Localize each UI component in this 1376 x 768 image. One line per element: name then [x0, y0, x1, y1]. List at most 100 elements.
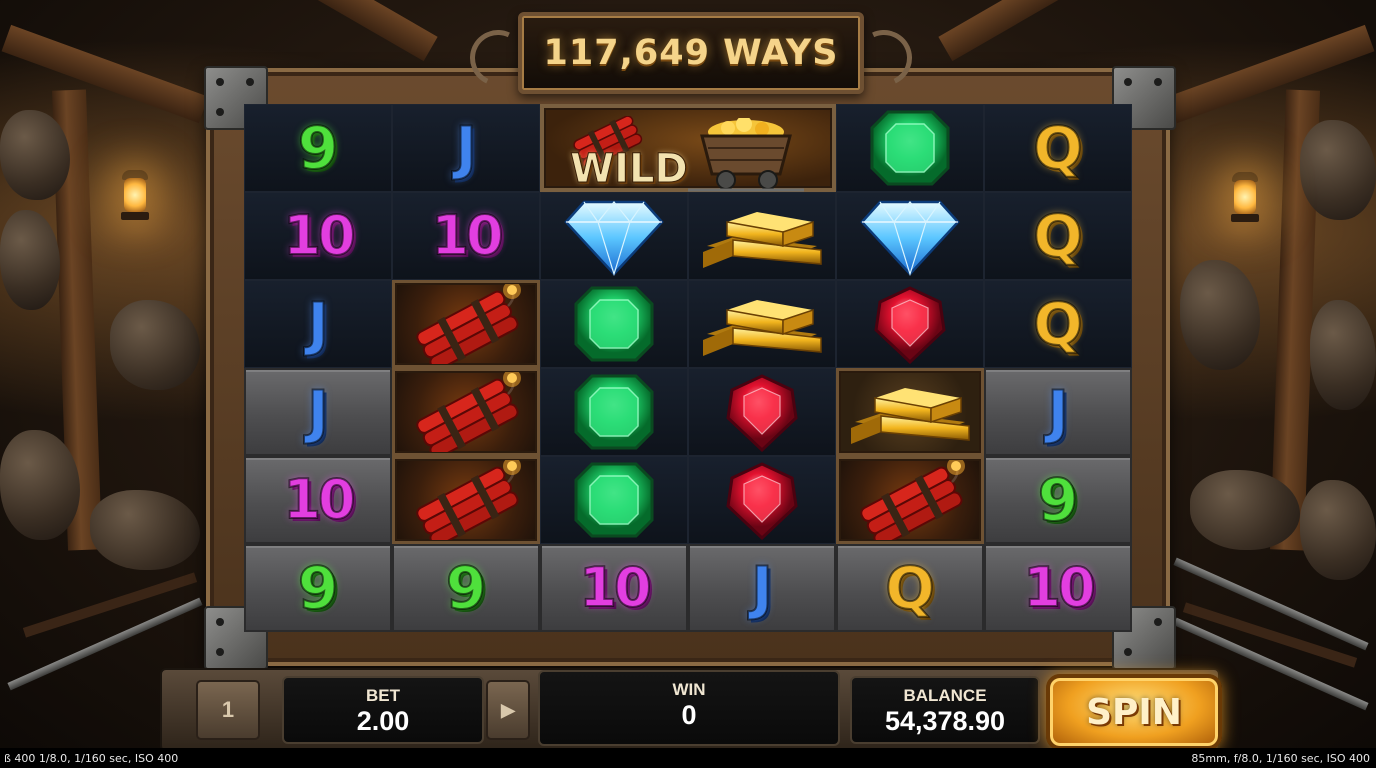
emerald-icon — [574, 374, 654, 450]
symbol-j: J — [454, 114, 478, 182]
rock — [110, 300, 200, 390]
level-button-label: 1 — [221, 697, 235, 722]
camera-info-right: 85mm, f/8.0, 1/160 sec, ISO 400 — [1191, 752, 1370, 765]
reel-cell — [688, 368, 836, 456]
rock — [1180, 260, 1260, 370]
reel-cell: Q — [984, 280, 1132, 368]
reel-cell — [392, 368, 540, 456]
rock — [1310, 300, 1376, 410]
dynamite-icon — [416, 372, 521, 452]
lantern-icon — [118, 168, 152, 222]
symbol-10: 10 — [1022, 556, 1096, 619]
symbol-10: 10 — [282, 468, 356, 531]
reel-cell: 9 — [984, 456, 1132, 544]
symbol-10: 10 — [282, 204, 356, 267]
ruby-icon — [726, 462, 798, 540]
right-top-beam — [1167, 24, 1375, 124]
balance-value: 54,378.90 — [884, 706, 1006, 736]
symbol-9: 9 — [297, 114, 339, 182]
top-crossbeam-right — [938, 0, 1074, 62]
ruby-icon — [726, 374, 798, 452]
reel-cell — [540, 280, 688, 368]
reel-cell: Q — [984, 104, 1132, 192]
reel-cell — [688, 280, 836, 368]
rail-tie — [22, 572, 198, 638]
reel-cell — [836, 104, 984, 192]
symbol-j: J — [1046, 378, 1070, 446]
reel-cell: Q — [984, 192, 1132, 280]
rock — [90, 490, 200, 570]
wild-label: WILD — [570, 146, 689, 193]
camera-info-left: ß 400 1/8.0, 1/160 sec, ISO 400 — [4, 752, 179, 765]
diamond-icon — [564, 200, 664, 276]
ruby-icon — [874, 286, 946, 364]
reel-cell — [688, 192, 836, 280]
mine-cart-icon — [688, 118, 804, 192]
left-top-beam — [1, 24, 209, 124]
reel-cell — [540, 192, 688, 280]
reel-cell: 10 — [244, 192, 392, 280]
dynamite-icon — [416, 284, 521, 364]
symbol-q: Q — [1032, 290, 1083, 358]
dynamite-icon — [416, 460, 521, 540]
play-arrow-icon: ▶ — [501, 699, 515, 720]
win-label: WIN — [672, 680, 706, 699]
dynamite-icon — [860, 460, 965, 540]
win-value: 0 — [681, 700, 697, 730]
reel-cell — [836, 192, 984, 280]
symbol-j: J — [306, 378, 330, 446]
reel-cell — [836, 456, 984, 544]
reel-cell — [688, 456, 836, 544]
bet-increase-button[interactable]: ▶ — [486, 680, 530, 740]
diamond-icon — [860, 200, 960, 276]
emerald-icon — [574, 462, 654, 538]
bet-label: BET — [366, 686, 400, 705]
win-panel: WIN 0 — [538, 670, 840, 746]
camera-info-bar — [0, 748, 1376, 768]
reel-cell: J — [688, 544, 836, 632]
lantern-icon — [1228, 170, 1262, 224]
level-button[interactable]: 1 — [196, 680, 260, 740]
reel-cell: J — [984, 368, 1132, 456]
reel-cell — [392, 280, 540, 368]
wild-symbol: WILD — [540, 104, 836, 193]
bet-panel: BET 2.00 — [282, 676, 484, 744]
balance-panel: BALANCE 54,378.90 — [850, 676, 1040, 744]
rock — [1300, 480, 1376, 580]
symbol-9: 9 — [1037, 466, 1079, 534]
gold-bars-icon — [851, 388, 970, 444]
ways-title-plate: 117,649 WAYS — [462, 12, 920, 94]
balance-label: BALANCE — [903, 686, 987, 705]
symbol-9: 9 — [445, 554, 487, 622]
symbol-j: J — [306, 290, 330, 358]
symbol-q: Q — [1032, 114, 1083, 182]
reel-cell: 9 — [244, 104, 392, 192]
reel-cell — [540, 456, 688, 544]
gold-bars-icon — [703, 300, 822, 356]
spin-button[interactable]: SPIN — [1046, 674, 1222, 750]
bet-value: 2.00 — [356, 706, 410, 736]
reel-cell — [836, 280, 984, 368]
symbol-10: 10 — [578, 556, 652, 619]
emerald-icon — [574, 286, 654, 362]
rock — [1300, 120, 1376, 220]
spin-button-label: SPIN — [1086, 691, 1182, 733]
gold-bars-icon — [703, 212, 822, 268]
ways-title: 117,649 WAYS — [543, 33, 839, 73]
reel-cell: 10 — [984, 544, 1132, 632]
symbol-10: 10 — [430, 204, 504, 267]
reel-cell: 10 — [244, 456, 392, 544]
reel-cell: 10 — [392, 192, 540, 280]
reel-cell: 9 — [244, 544, 392, 632]
reel-cell — [836, 368, 984, 456]
symbol-q: Q — [1032, 202, 1083, 270]
reel-cell: Q — [836, 544, 984, 632]
symbol-9: 9 — [297, 554, 339, 622]
reel-grid: 9J WILD Q 10 10 QJ Q J J 10 9 9 9 10 J Q… — [244, 104, 1132, 632]
symbol-j: J — [750, 554, 774, 622]
emerald-icon — [870, 110, 950, 186]
reel-cell: J — [244, 280, 392, 368]
reel-cell: 9 — [392, 544, 540, 632]
reel-cell: J — [392, 104, 540, 192]
reel-cell — [540, 368, 688, 456]
